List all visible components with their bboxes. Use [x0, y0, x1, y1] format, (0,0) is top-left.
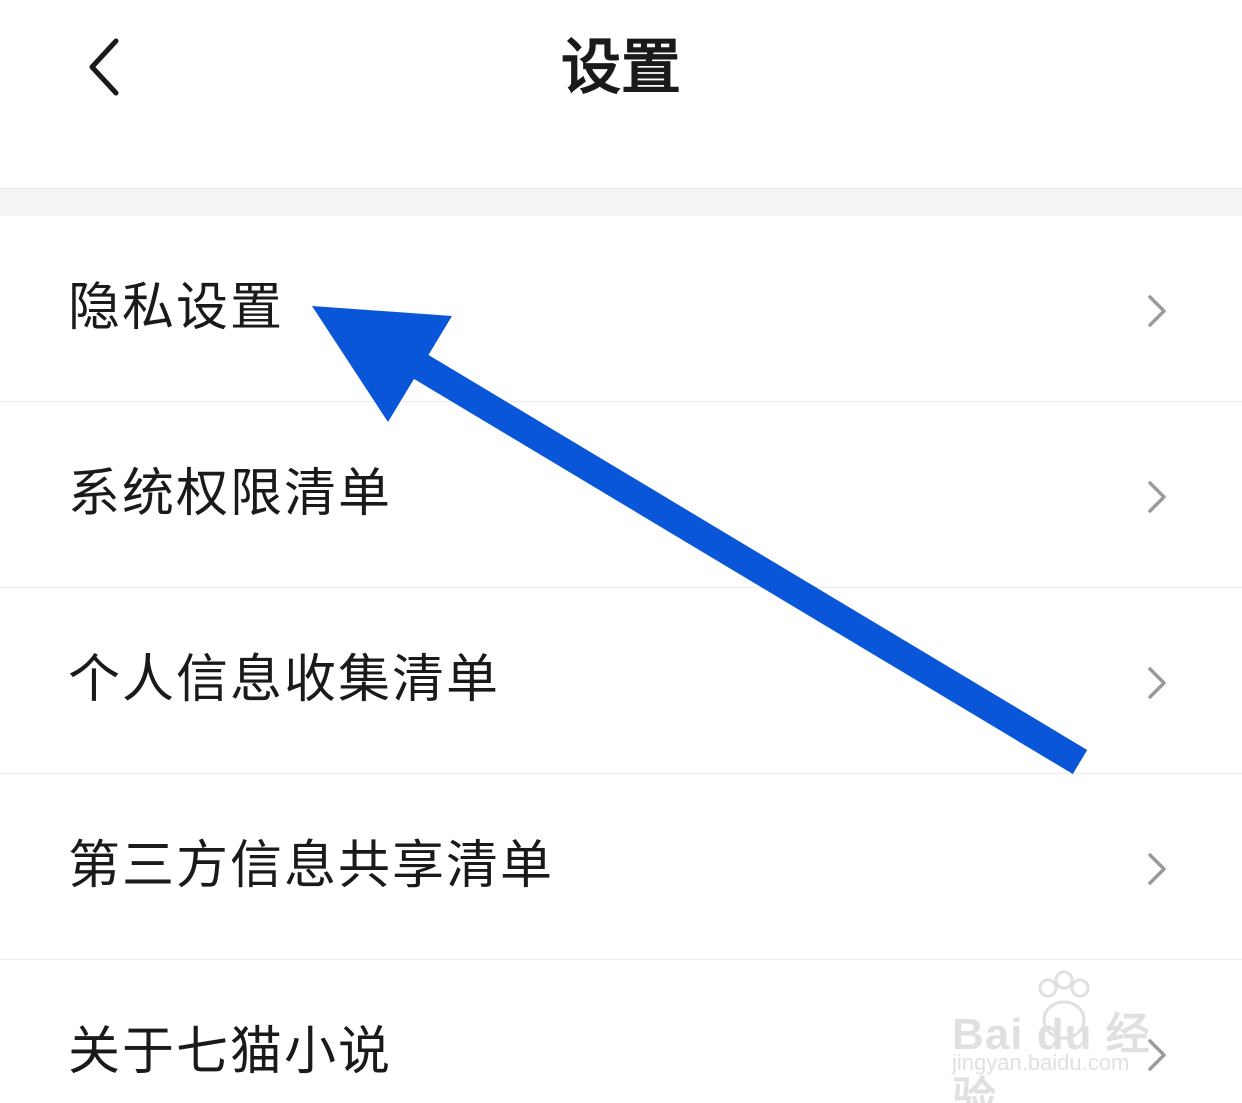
section-gap — [0, 189, 1242, 216]
menu-item-label: 第三方信息共享清单 — [68, 836, 555, 896]
chevron-right-icon — [1140, 663, 1172, 703]
menu-item-about[interactable]: 关于七猫小说 — [0, 960, 1242, 1103]
page-title: 设置 — [561, 33, 681, 103]
chevron-right-icon — [1140, 849, 1172, 889]
chevron-right-icon — [1140, 477, 1172, 517]
chevron-right-icon — [1140, 291, 1172, 331]
menu-item-system-permissions[interactable]: 系统权限清单 — [0, 402, 1242, 588]
settings-screen: 设置 隐私设置 系统权限清单 个人信息收集清单 第三方信息共享清单 关于七猫小说… — [0, 0, 1242, 1103]
menu-item-label: 系统权限清单 — [68, 464, 393, 524]
menu-item-third-party-sharing[interactable]: 第三方信息共享清单 — [0, 774, 1242, 960]
menu-item-personal-info-collection[interactable]: 个人信息收集清单 — [0, 588, 1242, 774]
top-bar: 设置 — [0, 0, 1242, 188]
chevron-right-icon — [1140, 1035, 1172, 1075]
menu-item-privacy-settings[interactable]: 隐私设置 — [0, 216, 1242, 402]
settings-menu-list: 隐私设置 系统权限清单 个人信息收集清单 第三方信息共享清单 关于七猫小说 — [0, 216, 1242, 1103]
menu-item-label: 隐私设置 — [68, 278, 285, 338]
menu-item-label: 个人信息收集清单 — [68, 650, 501, 710]
menu-item-label: 关于七猫小说 — [68, 1022, 393, 1082]
